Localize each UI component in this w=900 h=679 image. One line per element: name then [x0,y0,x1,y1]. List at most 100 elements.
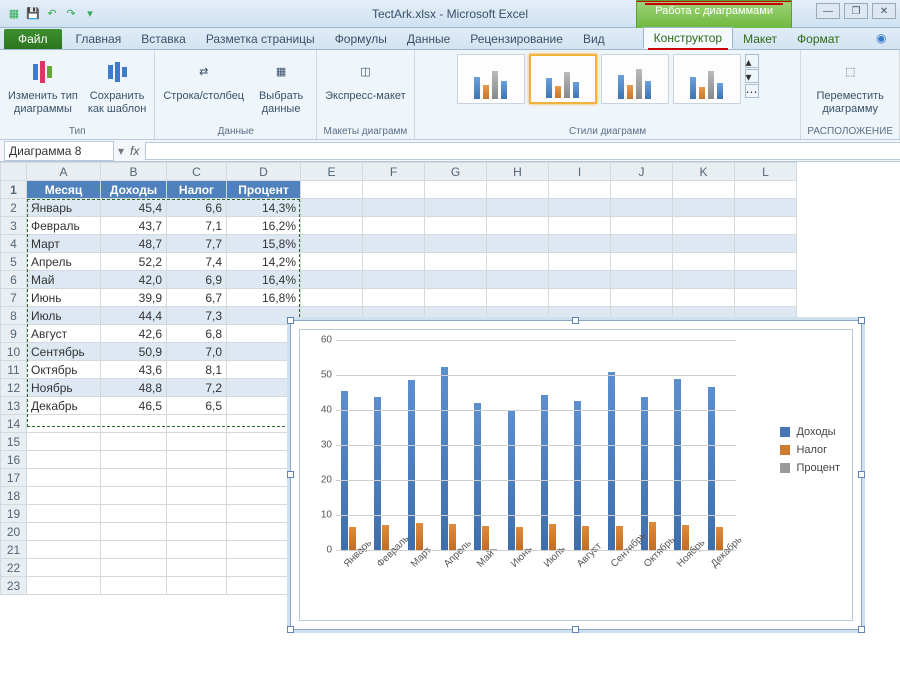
cell[interactable] [487,217,549,235]
bar-group[interactable] [441,367,469,550]
cell[interactable] [487,271,549,289]
row-header[interactable]: 9 [1,325,27,343]
resize-handle[interactable] [287,317,294,324]
cell[interactable] [735,289,797,307]
cell[interactable]: 6,9 [167,271,227,289]
cell[interactable] [735,217,797,235]
cell[interactable]: 16,4% [227,271,301,289]
col-header[interactable]: J [611,163,673,181]
cell[interactable] [27,577,101,595]
formula-input[interactable] [145,142,900,160]
tab-view[interactable]: Вид [573,29,615,49]
row-header[interactable]: 15 [1,433,27,451]
resize-handle[interactable] [858,626,865,633]
cell[interactable] [27,541,101,559]
bar[interactable] [608,372,615,550]
cell[interactable] [673,271,735,289]
cell[interactable]: 39,9 [101,289,167,307]
tab-design[interactable]: Конструктор [643,27,733,49]
cell[interactable]: 6,7 [167,289,227,307]
cell[interactable]: 7,2 [167,379,227,397]
fx-icon[interactable]: fx [124,144,145,158]
table-header-cell[interactable]: Процент [227,181,301,199]
move-chart-button[interactable]: ⬚ Переместить диаграмму [814,54,885,117]
cell[interactable]: 6,8 [167,325,227,343]
cell[interactable] [167,415,227,433]
cell[interactable]: 43,6 [101,361,167,379]
cell[interactable] [425,199,487,217]
cell[interactable] [27,487,101,505]
row-header[interactable]: 16 [1,451,27,469]
resize-handle[interactable] [287,471,294,478]
tab-home[interactable]: Главная [66,29,132,49]
cell[interactable] [101,577,167,595]
cell[interactable] [27,451,101,469]
styles-scroll-down[interactable]: ▾ [745,69,759,83]
bar[interactable] [616,526,623,551]
maximize-button[interactable]: ❐ [844,3,868,19]
redo-icon[interactable]: ↷ [63,6,79,22]
cell[interactable] [735,253,797,271]
cell[interactable]: Февраль [27,217,101,235]
bar-group[interactable] [408,380,436,550]
cell[interactable]: Май [27,271,101,289]
cell[interactable] [301,235,363,253]
cell[interactable] [167,559,227,577]
row-header[interactable]: 10 [1,343,27,361]
cell[interactable] [611,289,673,307]
cell[interactable] [27,469,101,487]
table-header-cell[interactable]: Месяц [27,181,101,199]
row-header[interactable]: 17 [1,469,27,487]
cell[interactable] [735,271,797,289]
cell[interactable] [363,235,425,253]
bar[interactable] [449,524,456,550]
cell[interactable] [735,235,797,253]
cell[interactable] [101,559,167,577]
cell[interactable] [167,505,227,523]
row-header[interactable]: 14 [1,415,27,433]
cell[interactable] [101,469,167,487]
cell[interactable] [101,451,167,469]
cell[interactable] [673,199,735,217]
chart-style-3[interactable] [601,54,669,104]
resize-handle[interactable] [287,626,294,633]
cell[interactable]: Апрель [27,253,101,271]
bar[interactable] [649,522,656,550]
row-header[interactable]: 1 [1,181,27,199]
cell[interactable] [425,217,487,235]
resize-handle[interactable] [858,317,865,324]
resize-handle[interactable] [858,471,865,478]
cell[interactable] [487,199,549,217]
cell[interactable] [101,433,167,451]
row-header[interactable]: 11 [1,361,27,379]
bar-group[interactable] [708,387,736,550]
col-header[interactable]: H [487,163,549,181]
cell[interactable] [27,415,101,433]
cell[interactable] [611,271,673,289]
cell[interactable]: Март [27,235,101,253]
bar[interactable] [682,525,689,550]
resize-handle[interactable] [572,626,579,633]
cell[interactable] [611,217,673,235]
bar-group[interactable] [608,372,636,550]
cell[interactable]: Сентябрь [27,343,101,361]
bar[interactable] [574,401,581,550]
embedded-chart[interactable]: ЯнварьФевральМартАпрельМайИюньИюльАвгуст… [290,320,862,630]
cell[interactable]: 7,7 [167,235,227,253]
cell[interactable] [425,289,487,307]
bar-group[interactable] [674,379,702,550]
undo-icon[interactable]: ↶ [44,6,60,22]
row-header[interactable]: 13 [1,397,27,415]
bar[interactable] [708,387,715,550]
cell[interactable] [487,235,549,253]
cell[interactable]: 42,0 [101,271,167,289]
cell[interactable] [101,541,167,559]
cell[interactable]: 48,7 [101,235,167,253]
tab-layout[interactable]: Разметка страницы [196,29,325,49]
cell[interactable] [673,289,735,307]
cell[interactable] [167,433,227,451]
bar-group[interactable] [541,395,569,550]
cell[interactable]: 45,4 [101,199,167,217]
row-header[interactable]: 7 [1,289,27,307]
cell[interactable]: Октябрь [27,361,101,379]
